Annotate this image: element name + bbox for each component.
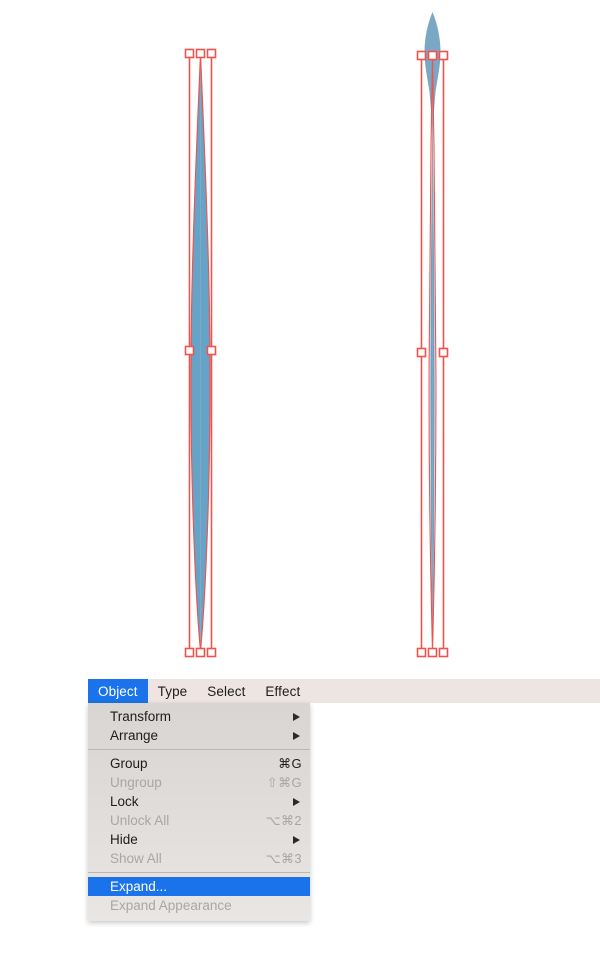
menu-item-ungroup-shortcut: ⇧⌘G	[266, 774, 302, 790]
handle-middle-right[interactable]	[438, 347, 449, 358]
handle-top-left[interactable]	[416, 50, 427, 61]
handle-top-left[interactable]	[184, 48, 195, 59]
handle-bottom-right[interactable]	[438, 647, 449, 658]
submenu-arrow-icon	[293, 731, 300, 740]
menu-item-ungroup-label: Ungroup	[110, 775, 162, 790]
menu-item-expand[interactable]: Expand...	[88, 877, 310, 896]
menu-item-show-all-label: Show All	[110, 851, 162, 866]
artwork-object-right[interactable]	[416, 12, 449, 658]
submenu-arrow-icon	[293, 712, 300, 721]
artwork-object-left[interactable]	[184, 48, 217, 658]
menu-item-group-shortcut: ⌘G	[278, 755, 302, 771]
menu-item-hide[interactable]: Hide	[88, 830, 310, 849]
menu-item-expand-appearance-label: Expand Appearance	[110, 898, 232, 913]
menu-item-show-all: Show All ⌥⌘3	[88, 849, 310, 868]
menu-item-group[interactable]: Group ⌘G	[88, 754, 310, 773]
menubar-item-object[interactable]: Object	[88, 679, 148, 703]
submenu-arrow-icon	[293, 797, 300, 806]
handle-top-center[interactable]	[195, 48, 206, 59]
menu-item-transform-label: Transform	[110, 709, 172, 724]
menubar-item-select[interactable]: Select	[197, 679, 255, 703]
menu-item-arrange-label: Arrange	[110, 728, 159, 743]
menu-item-unlock-all-label: Unlock All	[110, 813, 170, 828]
submenu-arrow-icon	[293, 835, 300, 844]
menu-item-arrange[interactable]: Arrange	[88, 726, 310, 745]
menu-item-ungroup: Ungroup ⇧⌘G	[88, 773, 310, 792]
menu-item-lock-label: Lock	[110, 794, 139, 809]
menu-item-lock[interactable]: Lock	[88, 792, 310, 811]
menu-item-show-all-shortcut: ⌥⌘3	[265, 850, 302, 866]
menubar-item-effect[interactable]: Effect	[255, 679, 310, 703]
menubar-item-object-label: Object	[98, 683, 138, 699]
handle-top-right[interactable]	[206, 48, 217, 59]
handle-bottom-left[interactable]	[416, 647, 427, 658]
menu-item-group-label: Group	[110, 756, 148, 771]
menu-item-unlock-all-shortcut: ⌥⌘2	[265, 812, 302, 828]
menu-separator	[88, 872, 310, 873]
menubar-item-type[interactable]: Type	[148, 679, 198, 703]
menubar-item-effect-label: Effect	[265, 683, 301, 699]
handle-middle-left[interactable]	[416, 347, 427, 358]
handle-bottom-center[interactable]	[427, 647, 438, 658]
handle-middle-left[interactable]	[184, 345, 195, 356]
menu-item-expand-appearance: Expand Appearance	[88, 896, 310, 915]
handle-middle-right[interactable]	[206, 345, 217, 356]
menu-item-expand-label: Expand...	[110, 879, 168, 894]
illustration-canvas[interactable]	[0, 0, 600, 680]
menu-separator	[88, 749, 310, 750]
handle-bottom-right[interactable]	[206, 647, 217, 658]
object-menu-dropdown: Transform Arrange Group ⌘G Ungroup ⇧⌘G L…	[88, 703, 310, 921]
menu-item-unlock-all: Unlock All ⌥⌘2	[88, 811, 310, 830]
menubar-item-type-label: Type	[157, 683, 188, 699]
menu-item-transform[interactable]: Transform	[88, 707, 310, 726]
handle-top-right[interactable]	[438, 50, 449, 61]
menu-item-hide-label: Hide	[110, 832, 138, 847]
handle-top-center[interactable]	[427, 50, 438, 61]
menubar-item-select-label: Select	[207, 683, 246, 699]
handle-bottom-left[interactable]	[184, 647, 195, 658]
menu-bar: Object Type Select Effect	[88, 679, 600, 703]
handle-bottom-center[interactable]	[195, 647, 206, 658]
